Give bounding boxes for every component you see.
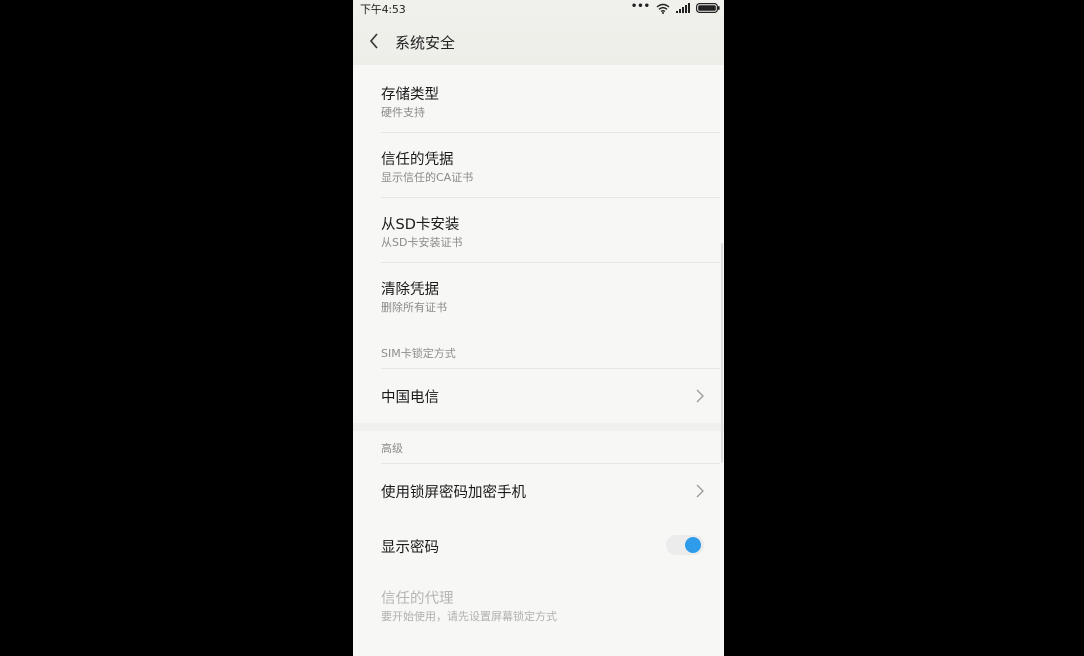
item-title: 中国电信 — [381, 390, 439, 406]
item-subtitle: 硬件支持 — [381, 106, 425, 119]
item-next-partial[interactable]: … — [353, 640, 724, 656]
item-title: 信任的代理 — [381, 591, 454, 607]
status-bar: 下午4:53 ••• — [353, 0, 724, 16]
item-subtitle: 删除所有证书 — [381, 301, 447, 314]
status-icons: ••• — [631, 2, 720, 14]
item-title: 清除凭据 — [381, 282, 439, 298]
chevron-right-icon — [696, 484, 704, 498]
item-trusted-credentials[interactable]: 信任的凭据 显示信任的CA证书 — [353, 132, 724, 197]
more-dots-icon: ••• — [630, 1, 650, 12]
top-bar: 下午4:53 ••• 系统安全 — [353, 0, 724, 65]
section-header-sim-lock: SIM卡锁定方式 — [381, 347, 456, 360]
item-clear-credentials[interactable]: 清除凭据 删除所有证书 — [353, 262, 724, 327]
item-sim-carrier[interactable]: 中国电信 — [353, 369, 724, 423]
item-title: 存储类型 — [381, 87, 439, 103]
show-password-toggle[interactable] — [666, 535, 704, 555]
item-title: 从SD卡安装 — [381, 217, 460, 233]
back-button[interactable] — [365, 30, 385, 52]
item-subtitle: 显示信任的CA证书 — [381, 171, 474, 184]
item-title: 显示密码 — [381, 540, 439, 556]
item-install-from-sd[interactable]: 从SD卡安装 从SD卡安装证书 — [353, 197, 724, 262]
chevron-right-icon — [696, 389, 704, 403]
toggle-knob — [685, 537, 701, 553]
item-encrypt-phone[interactable]: 使用锁屏密码加密手机 — [353, 464, 724, 518]
item-trust-agents: 信任的代理 要开始使用，请先设置屏幕锁定方式 — [353, 572, 724, 634]
section-gap — [353, 423, 724, 431]
section-header-advanced: 高级 — [381, 442, 403, 455]
item-subtitle: 从SD卡安装证书 — [381, 236, 463, 249]
phone-screen: 下午4:53 ••• 系统安全 存储类型 硬件支持 信任的凭据 显示信任的CA证… — [353, 0, 724, 656]
item-show-password[interactable]: 显示密码 — [353, 518, 724, 572]
battery-icon — [696, 3, 720, 13]
signal-icon — [676, 3, 690, 13]
page-title: 系统安全 — [395, 34, 456, 52]
item-storage-type[interactable]: 存储类型 硬件支持 — [353, 65, 724, 130]
item-subtitle: 要开始使用，请先设置屏幕锁定方式 — [381, 610, 557, 623]
status-time: 下午4:53 — [360, 3, 406, 16]
item-title: … — [381, 652, 396, 656]
item-title: 信任的凭据 — [381, 152, 454, 168]
scrollbar[interactable] — [721, 243, 723, 463]
back-arrow-icon — [369, 33, 378, 49]
wifi-icon — [656, 3, 670, 14]
header: 系统安全 — [353, 22, 724, 62]
item-title: 使用锁屏密码加密手机 — [381, 485, 526, 501]
